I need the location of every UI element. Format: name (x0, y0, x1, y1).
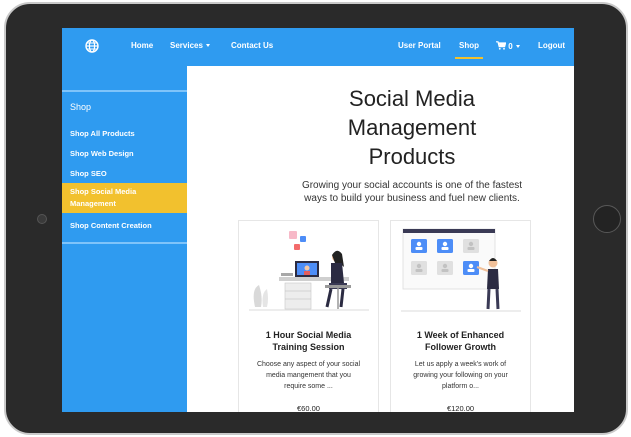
top-navbar: Home Services Contact Us User Portal Sho… (62, 28, 574, 66)
chevron-down-icon (205, 44, 210, 47)
product-description-line: platform o... (442, 383, 479, 390)
sidebar-heading: Shop (70, 102, 92, 112)
nav-cart[interactable]: 0 (496, 41, 520, 51)
product-card[interactable]: 1 Week of Enhanced Follower Growth Let u… (390, 220, 531, 412)
sidebar-item-shop-web-design[interactable]: Shop Web Design (62, 148, 187, 160)
sidebar-item-shop-all-products[interactable]: Shop All Products (62, 128, 187, 140)
tablet-frame: Home Services Contact Us User Portal Sho… (4, 2, 628, 435)
page-title-line: Social Media (349, 86, 475, 111)
product-card[interactable]: 1 Hour Social Media Training Session Cho… (238, 220, 379, 412)
nav-contact-us[interactable]: Contact Us (231, 41, 273, 50)
product-description-line: require some ... (284, 383, 333, 390)
page-subtitle: Growing your social accounts is one of t… (242, 180, 574, 205)
page-title: Social Media Management Products (262, 84, 562, 171)
product-description: Let us apply a week's work of growing yo… (397, 359, 524, 392)
cart-icon (496, 41, 507, 50)
nav-user-portal[interactable]: User Portal (398, 41, 441, 50)
active-nav-indicator (455, 57, 483, 59)
sidebar-item-shop-social-media-management[interactable]: Shop Social Media Management (62, 183, 187, 213)
product-title-line: 1 Week of Enhanced (416, 330, 505, 340)
sidebar-item-shop-content-creation[interactable]: Shop Content Creation (62, 220, 187, 232)
product-description-line: Choose any aspect of your social (256, 361, 361, 368)
page-title-line: Management (347, 115, 477, 140)
nav-services-label: Services (170, 41, 203, 50)
cart-count: 0 (508, 42, 513, 51)
product-title-line: 1 Hour Social Media (265, 330, 352, 340)
page-title-line: Products (368, 144, 456, 169)
product-price: €60.00 (297, 404, 320, 412)
globe-icon[interactable] (85, 39, 99, 53)
nav-shop[interactable]: Shop (459, 41, 479, 50)
person-at-desk-illustration (249, 231, 369, 311)
product-description: Choose any aspect of your social media m… (245, 359, 372, 392)
nav-services[interactable]: Services (170, 41, 210, 50)
screen: Home Services Contact Us User Portal Sho… (62, 28, 574, 412)
sidebar-divider (62, 242, 187, 244)
camera-icon (37, 214, 47, 224)
nav-logout[interactable]: Logout (538, 41, 565, 50)
sidebar: Shop Shop All Products Shop Web Design S… (62, 66, 187, 412)
product-title[interactable]: 1 Hour Social Media Training Session (243, 329, 374, 353)
product-description-line: media mangement that you (266, 372, 351, 379)
product-description-line: Let us apply a week's work of (414, 361, 507, 368)
nav-home[interactable]: Home (131, 41, 153, 50)
chevron-down-icon (515, 45, 520, 48)
page-subtitle-line: ways to build your business and fuel new… (304, 192, 520, 204)
home-button[interactable] (593, 205, 621, 233)
product-title-line: Follower Growth (425, 342, 496, 352)
sidebar-divider (62, 90, 187, 92)
product-title[interactable]: 1 Week of Enhanced Follower Growth (395, 329, 526, 353)
product-description-line: growing your following on your (413, 372, 508, 379)
sidebar-item-shop-seo[interactable]: Shop SEO (62, 168, 187, 180)
product-price: €120.00 (446, 404, 475, 412)
profile-grid-illustration (401, 228, 521, 312)
product-title-line: Training Session (272, 342, 345, 352)
page-subtitle-line: Growing your social accounts is one of t… (301, 180, 523, 191)
